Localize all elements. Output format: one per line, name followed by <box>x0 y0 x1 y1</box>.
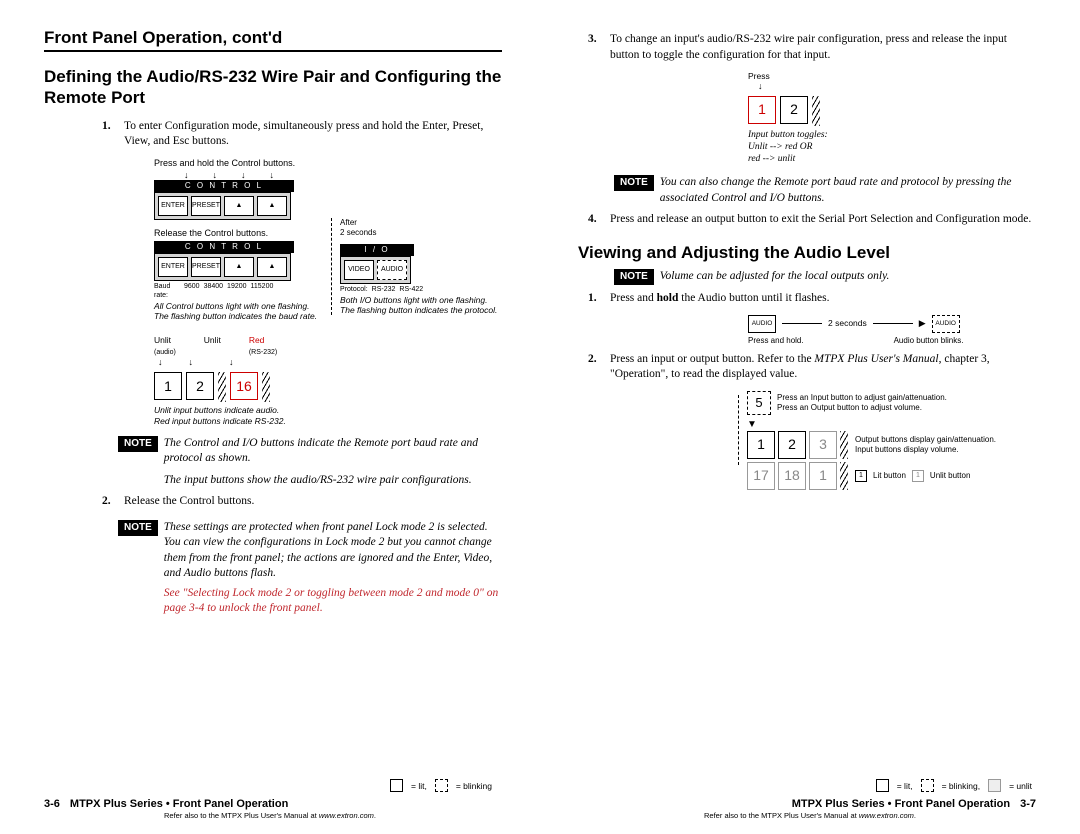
esc-button-2 <box>257 257 287 277</box>
footer-right: MTPX Plus Series • Front Panel Operation… <box>584 798 1036 820</box>
section-heading-left: Defining the Audio/RS-232 Wire Pair and … <box>44 66 502 109</box>
out-2: 2 <box>778 431 806 459</box>
input-2-r: 2 <box>780 96 808 124</box>
running-head: Front Panel Operation, cont'd <box>44 28 502 52</box>
video-button: VIDEO <box>344 260 374 280</box>
footer-left: 3-6 MTPX Plus Series • Front Panel Opera… <box>44 798 496 820</box>
out-1: 1 <box>747 431 775 459</box>
legend-left: = lit, = blinking <box>390 779 492 792</box>
note-2: NOTE These settings are protected when f… <box>118 520 502 617</box>
enter-button-2: ENTER <box>158 257 188 277</box>
note-1: NOTE The Control and I/O buttons indicat… <box>118 436 502 489</box>
preset-button-2: PRESET <box>191 257 221 277</box>
note-4: NOTE Volume can be adjusted for the loca… <box>614 269 1036 285</box>
input-5: 5 <box>747 391 771 415</box>
out-19: 1 <box>809 462 837 490</box>
esc-button <box>257 196 287 216</box>
audio-button-blink: AUDIO <box>932 315 960 333</box>
step-4: Press and release an output button to ex… <box>588 212 1036 228</box>
step-2: Release the Control buttons. <box>102 494 502 510</box>
step-b2: Press an input or output button. Refer t… <box>588 352 1036 383</box>
note-3: NOTE You can also change the Remote port… <box>614 175 1036 206</box>
step-b1: Press and hold the Audio button until it… <box>588 291 1036 307</box>
input-1-r: 1 <box>748 96 776 124</box>
step-1: To enter Configuration mode, simultaneou… <box>102 119 502 150</box>
input-2: 2 <box>186 372 214 400</box>
audio-button: AUDIO <box>377 260 407 280</box>
out-18: 18 <box>778 462 806 490</box>
out-3: 3 <box>809 431 837 459</box>
figure-input-toggle: Press ↓ 1 2 Input button toggles: Unlit … <box>748 71 1036 165</box>
legend-right: = lit, = blinking, = unlit <box>876 779 1032 792</box>
view-button <box>224 196 254 216</box>
figure-control-buttons: Press and hold the Control buttons. ↓↓ ↓… <box>154 158 502 426</box>
audio-button-hold: AUDIO <box>748 315 776 333</box>
enter-button: ENTER <box>158 196 188 216</box>
view-button-2 <box>224 257 254 277</box>
figure-audio-hold: AUDIO 2 seconds ▶ AUDIO Press and hold. … <box>748 315 1036 346</box>
input-16: 16 <box>230 372 258 400</box>
cross-reference-link[interactable]: See "Selecting Lock mode 2 or toggling b… <box>164 586 502 617</box>
out-17: 17 <box>747 462 775 490</box>
input-1: 1 <box>154 372 182 400</box>
step-3: To change an input's audio/RS-232 wire p… <box>588 32 1036 63</box>
preset-button: PRESET <box>191 196 221 216</box>
figure-gain-volume: 5 Press an Input button to adjust gain/a… <box>738 391 1036 491</box>
section-heading-right: Viewing and Adjusting the Audio Level <box>578 242 1036 263</box>
